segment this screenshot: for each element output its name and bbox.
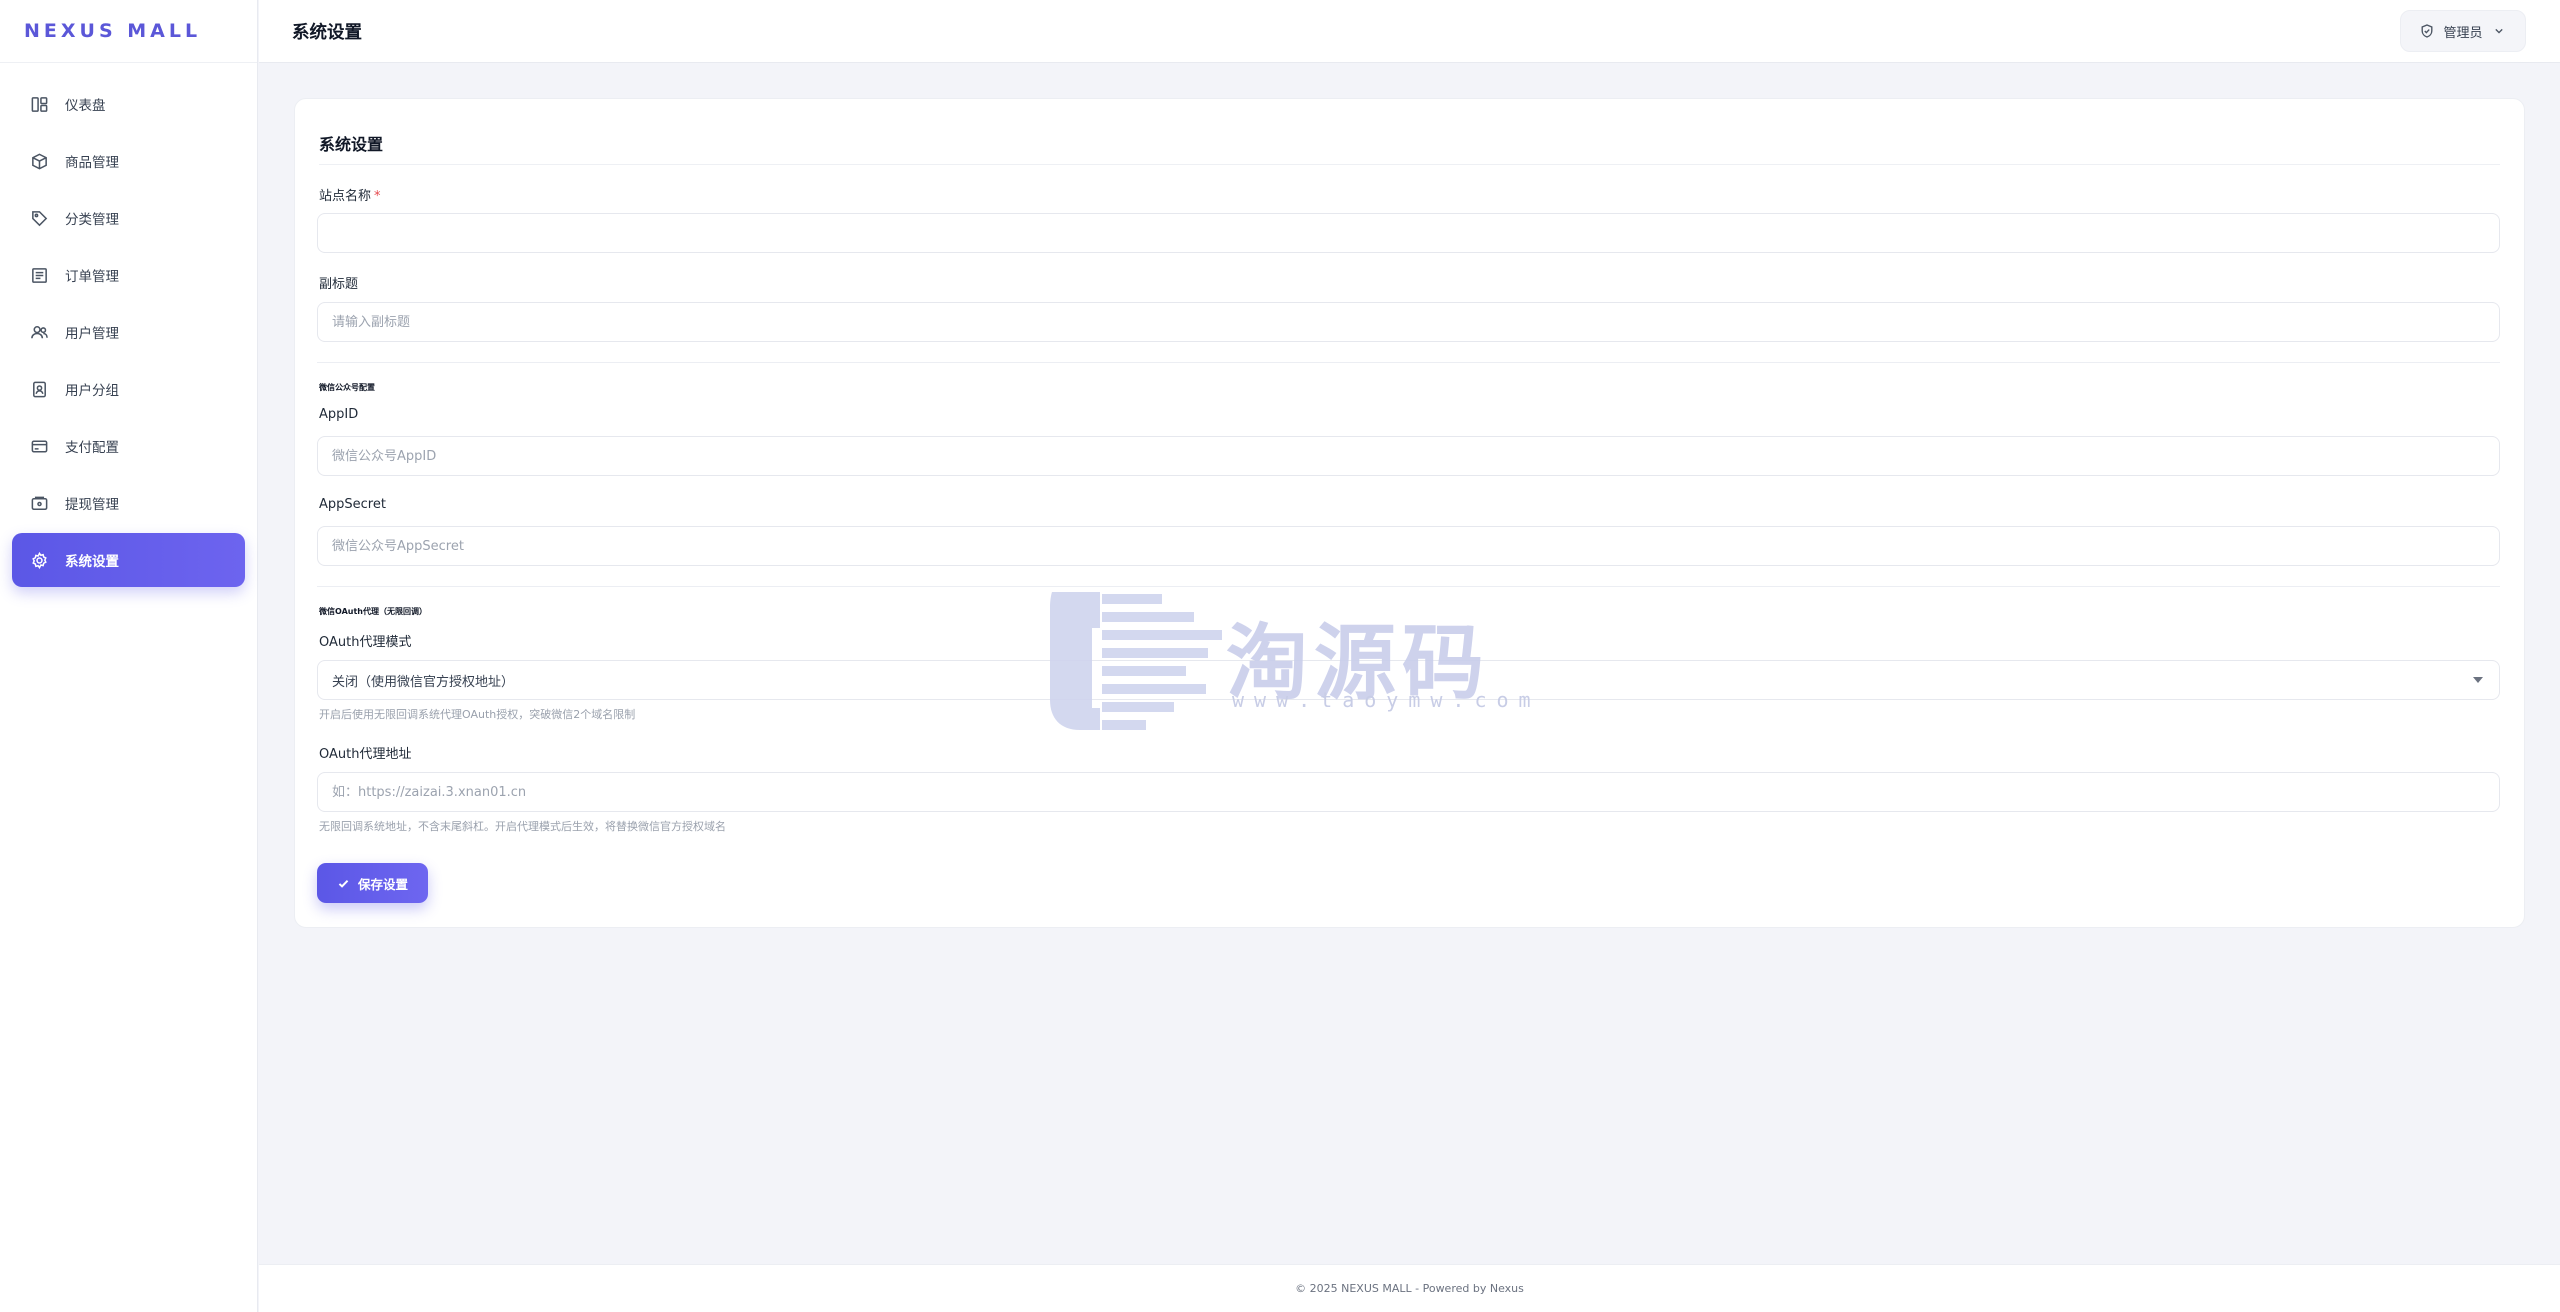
sidebar-item-payment[interactable]: 支付配置: [12, 419, 245, 473]
sidebar-item-settings[interactable]: 系统设置: [12, 533, 245, 587]
sidebar-item-label: 用户管理: [65, 326, 119, 342]
wallet-icon: [29, 493, 49, 513]
save-button[interactable]: 保存设置: [317, 863, 428, 903]
site-name-label: 站点名称 *: [319, 185, 381, 204]
site-name-input[interactable]: [317, 213, 2500, 253]
sidebar-nav: 仪表盘 商品管理 分类管理 订单管理 用户管理 用户分组 支付配置 提现管理 系…: [0, 63, 257, 587]
footer: © 2025 NEXUS MALL - Powered by Nexus: [259, 1264, 2560, 1312]
user-label: 管理员: [2443, 25, 2483, 41]
appsecret-input[interactable]: [317, 526, 2500, 566]
sidebar-item-label: 订单管理: [65, 269, 119, 285]
app-root: NEXUS MALL 仪表盘 商品管理 分类管理 订单管理 用户管理 用户分组 …: [0, 0, 2560, 1312]
sidebar-item-label: 系统设置: [65, 554, 119, 570]
oauth-url-hint: 无限回调系统地址，不含末尾斜杠。开启代理模式后生效，将替换微信官方授权域名: [319, 820, 726, 833]
subtitle-input[interactable]: [317, 302, 2500, 342]
sidebar-item-user-groups[interactable]: 用户分组: [12, 362, 245, 416]
sidebar-item-orders[interactable]: 订单管理: [12, 248, 245, 302]
shield-icon: [2422, 24, 2433, 38]
appid-input[interactable]: [317, 436, 2500, 476]
oauth-url-label: OAuth代理地址: [319, 747, 412, 762]
sidebar-item-label: 仪表盘: [65, 98, 106, 114]
box-icon: [29, 151, 49, 171]
settings-card: 系统设置 站点名称* 副标题 微信公众号配置 AppID AppSecret 微…: [294, 98, 2525, 928]
sidebar-item-withdraw[interactable]: 提现管理: [12, 476, 245, 530]
topbar: 系统设置 管理员: [259, 0, 2560, 63]
users-icon: [29, 322, 49, 342]
caret-down-icon: [2473, 677, 2483, 683]
sidebar-item-users[interactable]: 用户管理: [12, 305, 245, 359]
oauth-mode-hint: 开启后使用无限回调系统代理OAuth授权，突破微信2个域名限制: [319, 708, 636, 721]
sidebar-item-label: 用户分组: [65, 383, 119, 399]
section-divider: [317, 362, 2500, 363]
appid-label: AppID: [319, 407, 359, 422]
oauth-mode-label: OAuth代理模式: [319, 635, 412, 650]
card-title: 系统设置: [319, 99, 2500, 165]
sidebar-item-label: 分类管理: [65, 212, 119, 228]
save-button-label: 保存设置: [357, 877, 408, 892]
sidebar-item-products[interactable]: 商品管理: [12, 134, 245, 188]
order-icon: [29, 265, 49, 285]
sidebar-item-label: 支付配置: [65, 440, 119, 456]
sidebar-item-dashboard[interactable]: 仪表盘: [12, 77, 245, 131]
dashboard-icon: [29, 94, 49, 114]
user-badge-icon: [29, 379, 49, 399]
page-title: 系统设置: [292, 22, 362, 43]
section-divider: [317, 586, 2500, 587]
card-icon: [29, 436, 49, 456]
sidebar-item-label: 商品管理: [65, 155, 119, 171]
oauth-mode-selected: 关闭（使用微信官方授权地址）: [332, 674, 515, 690]
appsecret-label: AppSecret: [319, 497, 386, 512]
subtitle-label: 副标题: [319, 277, 359, 292]
brand-logo: NEXUS MALL: [0, 0, 257, 63]
check-icon: [338, 879, 349, 888]
wechat-section-title: 微信公众号配置: [319, 383, 375, 392]
gear-icon: [29, 550, 49, 570]
sidebar: NEXUS MALL 仪表盘 商品管理 分类管理 订单管理 用户管理 用户分组 …: [0, 0, 258, 1312]
oauth-mode-select[interactable]: 关闭（使用微信官方授权地址）: [317, 660, 2500, 700]
sidebar-item-label: 提现管理: [65, 497, 119, 513]
tag-icon: [29, 208, 49, 228]
chevron-down-icon: [2494, 28, 2503, 34]
site-name-label-text: 站点名称: [319, 189, 372, 204]
required-mark: *: [374, 189, 381, 204]
oauth-section-title: 微信OAuth代理（无限回调）: [319, 607, 427, 616]
user-menu-button[interactable]: 管理员: [2400, 10, 2526, 52]
oauth-url-input[interactable]: [317, 772, 2500, 812]
sidebar-item-categories[interactable]: 分类管理: [12, 191, 245, 245]
